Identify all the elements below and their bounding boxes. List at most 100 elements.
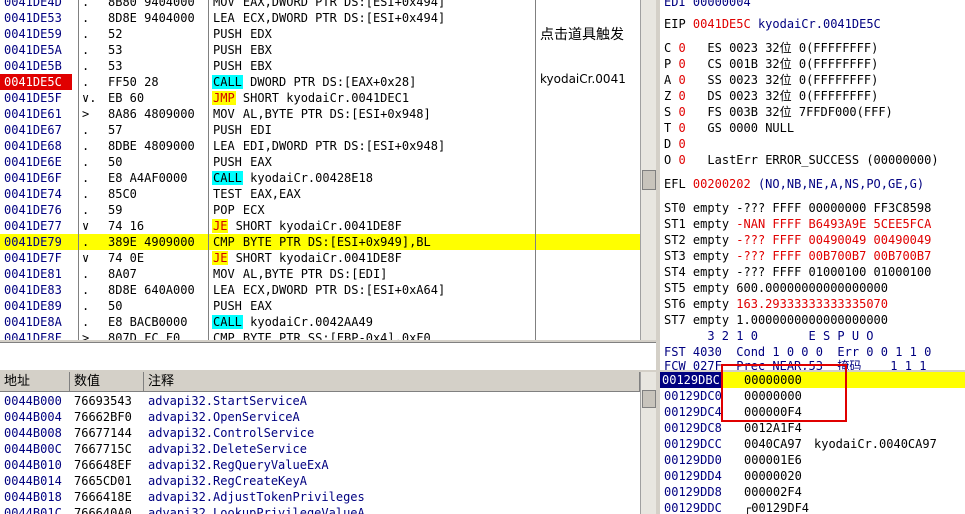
stack-row[interactable]: 00129DD8 000002F4 — [660, 484, 965, 500]
memory-dump-pane[interactable]: 地址 数值 注释 0044B000 76693543 advapi32.StartS… — [0, 372, 656, 514]
scrollbar-thumb[interactable] — [642, 390, 656, 408]
instruction-bytes: EB 60 — [108, 91, 145, 105]
disasm-row[interactable]: 0041DE7F ∨ 74 0E JE SHORT kyodaiCr.0041DE8F — [0, 250, 656, 266]
fpu-register-row[interactable]: ST2 empty -??? FFFF 00490049 00490049 — [664, 232, 931, 248]
fpu-register-row[interactable]: ST4 empty -??? FFFF 01000100 01000100 — [664, 264, 931, 280]
register-eip[interactable]: EIP 0041DE5C kyodaiCr.0041DE5C — [664, 16, 881, 32]
disasm-row[interactable]: 0041DE6E. 50 PUSH EAX — [0, 154, 656, 170]
dump-row[interactable]: 0044B000 76693543 advapi32.StartServiceA — [0, 393, 640, 409]
disasm-row[interactable]: 0041DE76. 59 POP ECX — [0, 202, 656, 218]
flag-row[interactable]: T 0 GS 0000 NULL — [664, 120, 794, 136]
instruction-bytes: 85C0 — [108, 187, 137, 201]
instruction-text: PUSH EAX — [212, 298, 632, 314]
stack-row[interactable]: 00129DC8 0012A1F4 — [660, 420, 965, 436]
branch-marker: ∨ — [82, 219, 90, 233]
comment-trigger: 点击道具触发 — [540, 27, 624, 43]
dump-comment: advapi32.LookupPrivilegeValueA — [148, 506, 365, 514]
registers-pane[interactable]: EDI 00000004 EIP 0041DE5C kyodaiCr.0041D… — [660, 0, 965, 370]
disassembly-scrollbar[interactable] — [640, 0, 656, 340]
flag-row[interactable]: P 0 CS 001B 32位 0(FFFFFFFF) — [664, 56, 878, 72]
disasm-row[interactable]: 0041DE67. 57 PUSH EDI — [0, 122, 656, 138]
operands: ECX,DWORD PTR DS:[ESI+0x494] — [235, 11, 446, 25]
stack-address: 00129DD8 — [664, 485, 722, 499]
instruction-text: JE SHORT kyodaiCr.0041DE8F — [212, 250, 632, 266]
instruction-text: JMP SHORT kyodaiCr.0041DEC1 — [212, 90, 632, 106]
column-divider — [535, 0, 536, 340]
disasm-row[interactable]: 0041DE6F. E8 A4AF0000 CALL kyodaiCr.00428E… — [0, 170, 656, 186]
instruction-bytes: 389E 4909000 — [108, 235, 195, 249]
stack-row[interactable]: 00129DDC ┌00129DF4 — [660, 500, 965, 514]
flag-name: T — [664, 121, 672, 135]
register-efl[interactable]: EFL 00200202 (NO,NB,NE,A,NS,PO,GE,G) — [664, 176, 924, 192]
operands: ECX,DWORD PTR DS:[ESI+0xA64] — [235, 283, 446, 297]
instruction-address: 0041DE79 — [4, 235, 62, 249]
dump-row[interactable]: 0044B00C 7667715C advapi32.DeleteService — [0, 441, 640, 457]
dump-scrollbar[interactable] — [640, 372, 656, 514]
flag-row[interactable]: Z 0 DS 0023 32位 0(FFFFFFFF) — [664, 88, 878, 104]
instruction-address: 0041DE77 — [4, 219, 62, 233]
disasm-row[interactable]: 0041DE81. 8A07 MOV AL,BYTE PTR DS:[EDI] — [0, 266, 656, 282]
dump-header-value[interactable]: 数值 — [70, 372, 144, 392]
fpu-register-name: ST7 — [664, 313, 686, 327]
fpu-register-row[interactable]: ST0 empty -??? FFFF 00000000 FF3C8598 — [664, 200, 931, 216]
branch-marker: ∨. — [82, 91, 97, 105]
operands: SHORT kyodaiCr.0041DE8F — [228, 219, 402, 233]
dump-row[interactable]: 0044B018 7666418E advapi32.AdjustTokenPriv… — [0, 489, 640, 505]
flag-row[interactable]: A 0 SS 0023 32位 0(FFFFFFFF) — [664, 72, 878, 88]
fpu-register-row[interactable]: ST7 empty 1.0000000000000000000 — [664, 312, 888, 328]
dump-header-address[interactable]: 地址 — [0, 372, 70, 392]
disasm-row[interactable]: 0041DE77 ∨ 74 16 JE SHORT kyodaiCr.0041DE8F — [0, 218, 656, 234]
flag-row[interactable]: D 0 — [664, 136, 707, 152]
mnemonic: PUSH — [213, 59, 242, 73]
disasm-row[interactable]: 0041DE68. 8DBE 4809000 LEA EDI,DWORD PTR D… — [0, 138, 656, 154]
dump-value: 76662BF0 — [74, 410, 132, 424]
instruction-text: LEA EDI,DWORD PTR DS:[ESI+0x948] — [212, 138, 632, 154]
mnemonic: PUSH — [213, 299, 242, 313]
disassembly-pane[interactable]: 0041DE4D. 8B80 9404000 MOV EAX,DWORD PTR D… — [0, 0, 656, 340]
stack-row[interactable]: 00129DCC 0040CA97 kyodaiCr.0040CA97 — [660, 436, 965, 452]
disasm-row[interactable]: 0041DE5F ∨. EB 60 JMP SHORT kyodaiCr.0041DE… — [0, 90, 656, 106]
stack-row[interactable]: 00129DD4 00000020 — [660, 468, 965, 484]
stack-row[interactable]: 00129DD0 000001E6 — [660, 452, 965, 468]
branch-marker: > — [82, 107, 90, 121]
dump-row[interactable]: 0044B008 76677144 advapi32.ControlService — [0, 425, 640, 441]
instruction-address: 0041DE5C — [0, 74, 72, 90]
dump-row[interactable]: 0044B004 76662BF0 advapi32.OpenServiceA — [0, 409, 640, 425]
disasm-row[interactable]: 0041DE83. 8D8E 640A000 LEA ECX,DWORD PTR D… — [0, 282, 656, 298]
flag-row[interactable]: S 0 FS 003B 32位 7FFDF000(FFF) — [664, 104, 893, 120]
disasm-row[interactable]: 0041DE4D. 8B80 9404000 MOV EAX,DWORD PTR D… — [0, 0, 656, 10]
disasm-row[interactable]: 0041DE8F >807D FC F0 CMP BYTE PTR SS:[EBP-… — [0, 330, 656, 340]
disasm-row[interactable]: 0041DE79. 389E 4909000 CMP BYTE PTR DS:[ES… — [0, 234, 656, 250]
flag-row[interactable]: C 0 ES 0023 32位 0(FFFFFFFF) — [664, 40, 878, 56]
disasm-row[interactable]: 0041DE74. 85C0 TEST EAX,EAX — [0, 186, 656, 202]
dump-address: 0044B008 — [4, 426, 62, 440]
stack-address: 00129DD0 — [664, 453, 722, 467]
fpu-register-row[interactable]: ST1 empty -NAN FFFF B6493A9E 5CEE5FCA — [664, 216, 931, 232]
fpu-register-row[interactable]: ST6 empty 163.29333333333335070 — [664, 296, 888, 312]
dump-row[interactable]: 0044B014 7665CD01 advapi32.RegCreateKeyA — [0, 473, 640, 489]
dump-header-comment[interactable]: 注释 — [144, 372, 640, 392]
instruction-text: PUSH EDI — [212, 122, 632, 138]
instruction-address: 0041DE74 — [4, 187, 62, 201]
flag-value: 0 — [678, 153, 686, 167]
fpu-state: empty — [692, 281, 730, 295]
operands: SHORT kyodaiCr.0041DEC1 — [235, 91, 410, 105]
flag-row[interactable]: O 0 LastErr ERROR_SUCCESS (00000000) — [664, 152, 939, 168]
disasm-row[interactable]: 0041DE8A. E8 BACB0000 CALL kyodaiCr.0042AA… — [0, 314, 656, 330]
mnemonic: TEST — [213, 187, 242, 201]
disasm-row[interactable]: 0041DE5A. 53 PUSH EBX — [0, 42, 656, 58]
disasm-row[interactable]: 0041DE61 >8A86 4809000 MOV AL,BYTE PTR DS:… — [0, 106, 656, 122]
stack-value: 000002F4 — [744, 485, 802, 499]
dump-row[interactable]: 0044B01C 766640A0 advapi32.LookupPrivilege… — [0, 505, 640, 514]
fpu-state: empty — [692, 313, 730, 327]
disasm-row[interactable]: 0041DE89. 50 PUSH EAX — [0, 298, 656, 314]
mnemonic: LEA — [213, 139, 235, 153]
fpu-value: 163.29333333333335070 — [736, 297, 888, 311]
fpu-register-row[interactable]: ST5 empty 600.00000000000000000 — [664, 280, 888, 296]
fpu-register-row[interactable]: ST3 empty -??? FFFF 00B700B7 00B700B7 — [664, 248, 931, 264]
dump-row[interactable]: 0044B010 766648EF advapi32.RegQueryValueEx… — [0, 457, 640, 473]
flag-name: A — [664, 73, 672, 87]
scrollbar-thumb[interactable] — [642, 170, 656, 190]
fpu-state: empty — [692, 217, 730, 231]
flag-value: 0 — [678, 57, 686, 71]
